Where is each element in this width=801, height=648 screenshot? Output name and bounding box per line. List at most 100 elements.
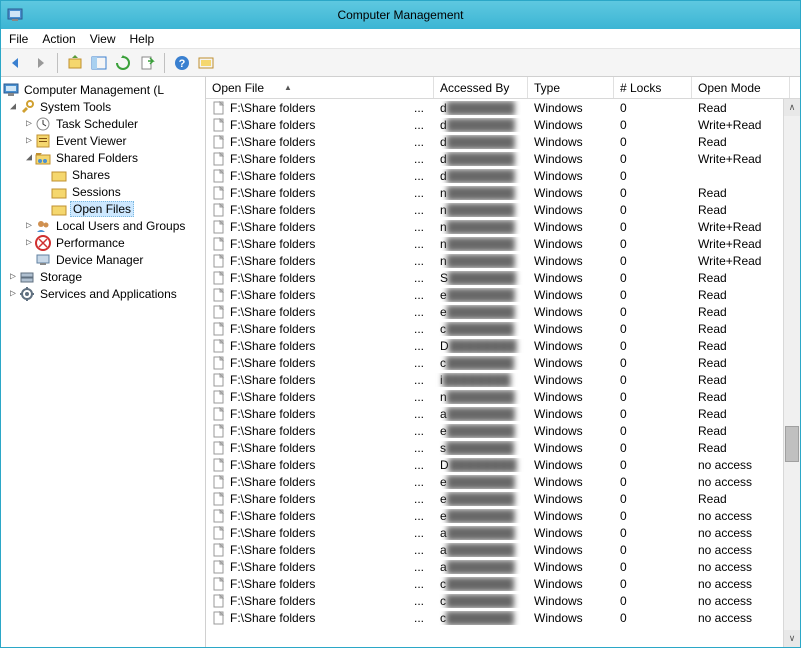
table-row[interactable]: F:\Share folders...d████████Windows0Read <box>206 99 800 116</box>
column-headers: Open File▲ Accessed By Type # Locks Open… <box>206 77 800 99</box>
table-row[interactable]: F:\Share folders...c████████Windows0no a… <box>206 592 800 609</box>
cell-open-mode: Read <box>692 339 790 353</box>
tree-task-scheduler[interactable]: ▷ Task Scheduler <box>3 115 203 132</box>
tree-label: Shares <box>70 168 112 182</box>
table-row[interactable]: F:\Share folders...a████████Windows0no a… <box>206 558 800 575</box>
table-row[interactable]: F:\Share folders...e████████Windows0Read <box>206 490 800 507</box>
cell-accessed-by: c████████ <box>434 577 528 591</box>
column-accessed-by[interactable]: Accessed By <box>434 77 528 98</box>
cell-open-mode: Read <box>692 135 790 149</box>
tree-shares[interactable]: Shares <box>3 166 203 183</box>
table-row[interactable]: F:\Share folders...e████████Windows0no a… <box>206 473 800 490</box>
table-row[interactable]: F:\Share folders...n████████Windows0Writ… <box>206 252 800 269</box>
cell-open-file: F:\Share folders... <box>206 203 434 217</box>
table-row[interactable]: F:\Share folders...n████████Windows0Read <box>206 201 800 218</box>
file-icon <box>212 288 226 302</box>
tree-performance[interactable]: ▷ Performance <box>3 234 203 251</box>
table-row[interactable]: F:\Share folders...i████████Windows0Read <box>206 371 800 388</box>
vertical-scrollbar[interactable]: ∧ ∨ <box>783 99 800 647</box>
table-row[interactable]: F:\Share folders...c████████Windows0no a… <box>206 609 800 626</box>
column-open-mode[interactable]: Open Mode <box>692 77 790 98</box>
file-icon <box>212 186 226 200</box>
help-button[interactable]: ? <box>171 52 193 74</box>
scroll-up-button[interactable]: ∧ <box>784 99 800 116</box>
tree-local-users[interactable]: ▷ Local Users and Groups <box>3 217 203 234</box>
menu-action[interactable]: Action <box>42 32 75 46</box>
back-button[interactable] <box>5 52 27 74</box>
expand-icon[interactable]: ▷ <box>23 118 35 129</box>
cell-open-file: F:\Share folders... <box>206 288 434 302</box>
table-row[interactable]: F:\Share folders...e████████Windows0Read <box>206 286 800 303</box>
sort-ascending-icon: ▲ <box>284 83 292 92</box>
titlebar[interactable]: Computer Management <box>1 1 800 29</box>
tree-event-viewer[interactable]: ▷ Event Viewer <box>3 132 203 149</box>
table-row[interactable]: F:\Share folders...e████████Windows0Read <box>206 422 800 439</box>
table-row[interactable]: F:\Share folders...a████████Windows0no a… <box>206 524 800 541</box>
refresh-button[interactable] <box>112 52 134 74</box>
menu-view[interactable]: View <box>90 32 116 46</box>
table-row[interactable]: F:\Share folders...a████████Windows0Read <box>206 405 800 422</box>
export-button[interactable] <box>136 52 158 74</box>
table-row[interactable]: F:\Share folders...n████████Windows0Read <box>206 184 800 201</box>
table-row[interactable]: F:\Share folders...D████████Windows0Read <box>206 337 800 354</box>
tree-root[interactable]: Computer Management (L <box>3 81 203 98</box>
table-row[interactable]: F:\Share folders...e████████Windows0Read <box>206 303 800 320</box>
table-row[interactable]: F:\Share folders...c████████Windows0Read <box>206 320 800 337</box>
table-row[interactable]: F:\Share folders...D████████Windows0no a… <box>206 456 800 473</box>
up-button[interactable] <box>64 52 86 74</box>
expand-icon[interactable]: ▷ <box>23 237 35 248</box>
cell-open-mode: no access <box>692 560 790 574</box>
table-row[interactable]: F:\Share folders...S████████Windows0Read <box>206 269 800 286</box>
table-row[interactable]: F:\Share folders...d████████Windows0Writ… <box>206 116 800 133</box>
tree-shared-folders[interactable]: ◢ Shared Folders <box>3 149 203 166</box>
table-row[interactable]: F:\Share folders...d████████Windows0 <box>206 167 800 184</box>
tree-storage[interactable]: ▷ Storage <box>3 268 203 285</box>
cell-open-mode: no access <box>692 611 790 625</box>
scroll-track[interactable] <box>784 116 800 630</box>
file-icon <box>212 135 226 149</box>
navigation-tree[interactable]: Computer Management (L ◢ System Tools ▷ … <box>1 77 206 647</box>
table-row[interactable]: F:\Share folders...d████████Windows0Read <box>206 133 800 150</box>
tree-open-files[interactable]: Open Files <box>3 200 203 217</box>
table-row[interactable]: F:\Share folders...n████████Windows0Writ… <box>206 218 800 235</box>
table-row[interactable]: F:\Share folders...n████████Windows0Writ… <box>206 235 800 252</box>
expand-icon[interactable]: ▷ <box>23 220 35 231</box>
cell-type: Windows <box>528 118 614 132</box>
tree-system-tools[interactable]: ◢ System Tools <box>3 98 203 115</box>
collapse-icon[interactable]: ◢ <box>23 152 35 163</box>
table-row[interactable]: F:\Share folders...a████████Windows0no a… <box>206 541 800 558</box>
table-row[interactable]: F:\Share folders...n████████Windows0Read <box>206 388 800 405</box>
list-body[interactable]: F:\Share folders...d████████Windows0Read… <box>206 99 800 647</box>
scroll-thumb[interactable] <box>785 426 799 462</box>
file-icon <box>212 356 226 370</box>
expand-icon[interactable]: ▷ <box>7 288 19 299</box>
table-row[interactable]: F:\Share folders...e████████Windows0no a… <box>206 507 800 524</box>
tools-icon <box>19 99 35 115</box>
list-view: Open File▲ Accessed By Type # Locks Open… <box>206 77 800 647</box>
cell-type: Windows <box>528 407 614 421</box>
cell-open-file: F:\Share folders... <box>206 339 434 353</box>
file-icon <box>212 577 226 591</box>
table-row[interactable]: F:\Share folders...c████████Windows0no a… <box>206 575 800 592</box>
tree-sessions[interactable]: Sessions <box>3 183 203 200</box>
expand-icon[interactable]: ▷ <box>23 135 35 146</box>
column-open-file[interactable]: Open File▲ <box>206 77 434 98</box>
table-row[interactable]: F:\Share folders...d████████Windows0Writ… <box>206 150 800 167</box>
collapse-icon[interactable]: ◢ <box>7 101 19 112</box>
tree-services-apps[interactable]: ▷ Services and Applications <box>3 285 203 302</box>
table-row[interactable]: F:\Share folders...c████████Windows0Read <box>206 354 800 371</box>
cell-type: Windows <box>528 322 614 336</box>
table-row[interactable]: F:\Share folders...s████████Windows0Read <box>206 439 800 456</box>
menu-help[interactable]: Help <box>130 32 155 46</box>
scroll-down-button[interactable]: ∨ <box>784 630 800 647</box>
forward-button[interactable] <box>29 52 51 74</box>
column-type[interactable]: Type <box>528 77 614 98</box>
expand-icon[interactable]: ▷ <box>7 271 19 282</box>
disconnect-button[interactable] <box>195 52 217 74</box>
column-locks[interactable]: # Locks <box>614 77 692 98</box>
cell-accessed-by: d████████ <box>434 152 528 166</box>
column-label: Open Mode <box>698 81 761 95</box>
menu-file[interactable]: File <box>9 32 28 46</box>
show-hide-tree-button[interactable] <box>88 52 110 74</box>
tree-device-manager[interactable]: Device Manager <box>3 251 203 268</box>
